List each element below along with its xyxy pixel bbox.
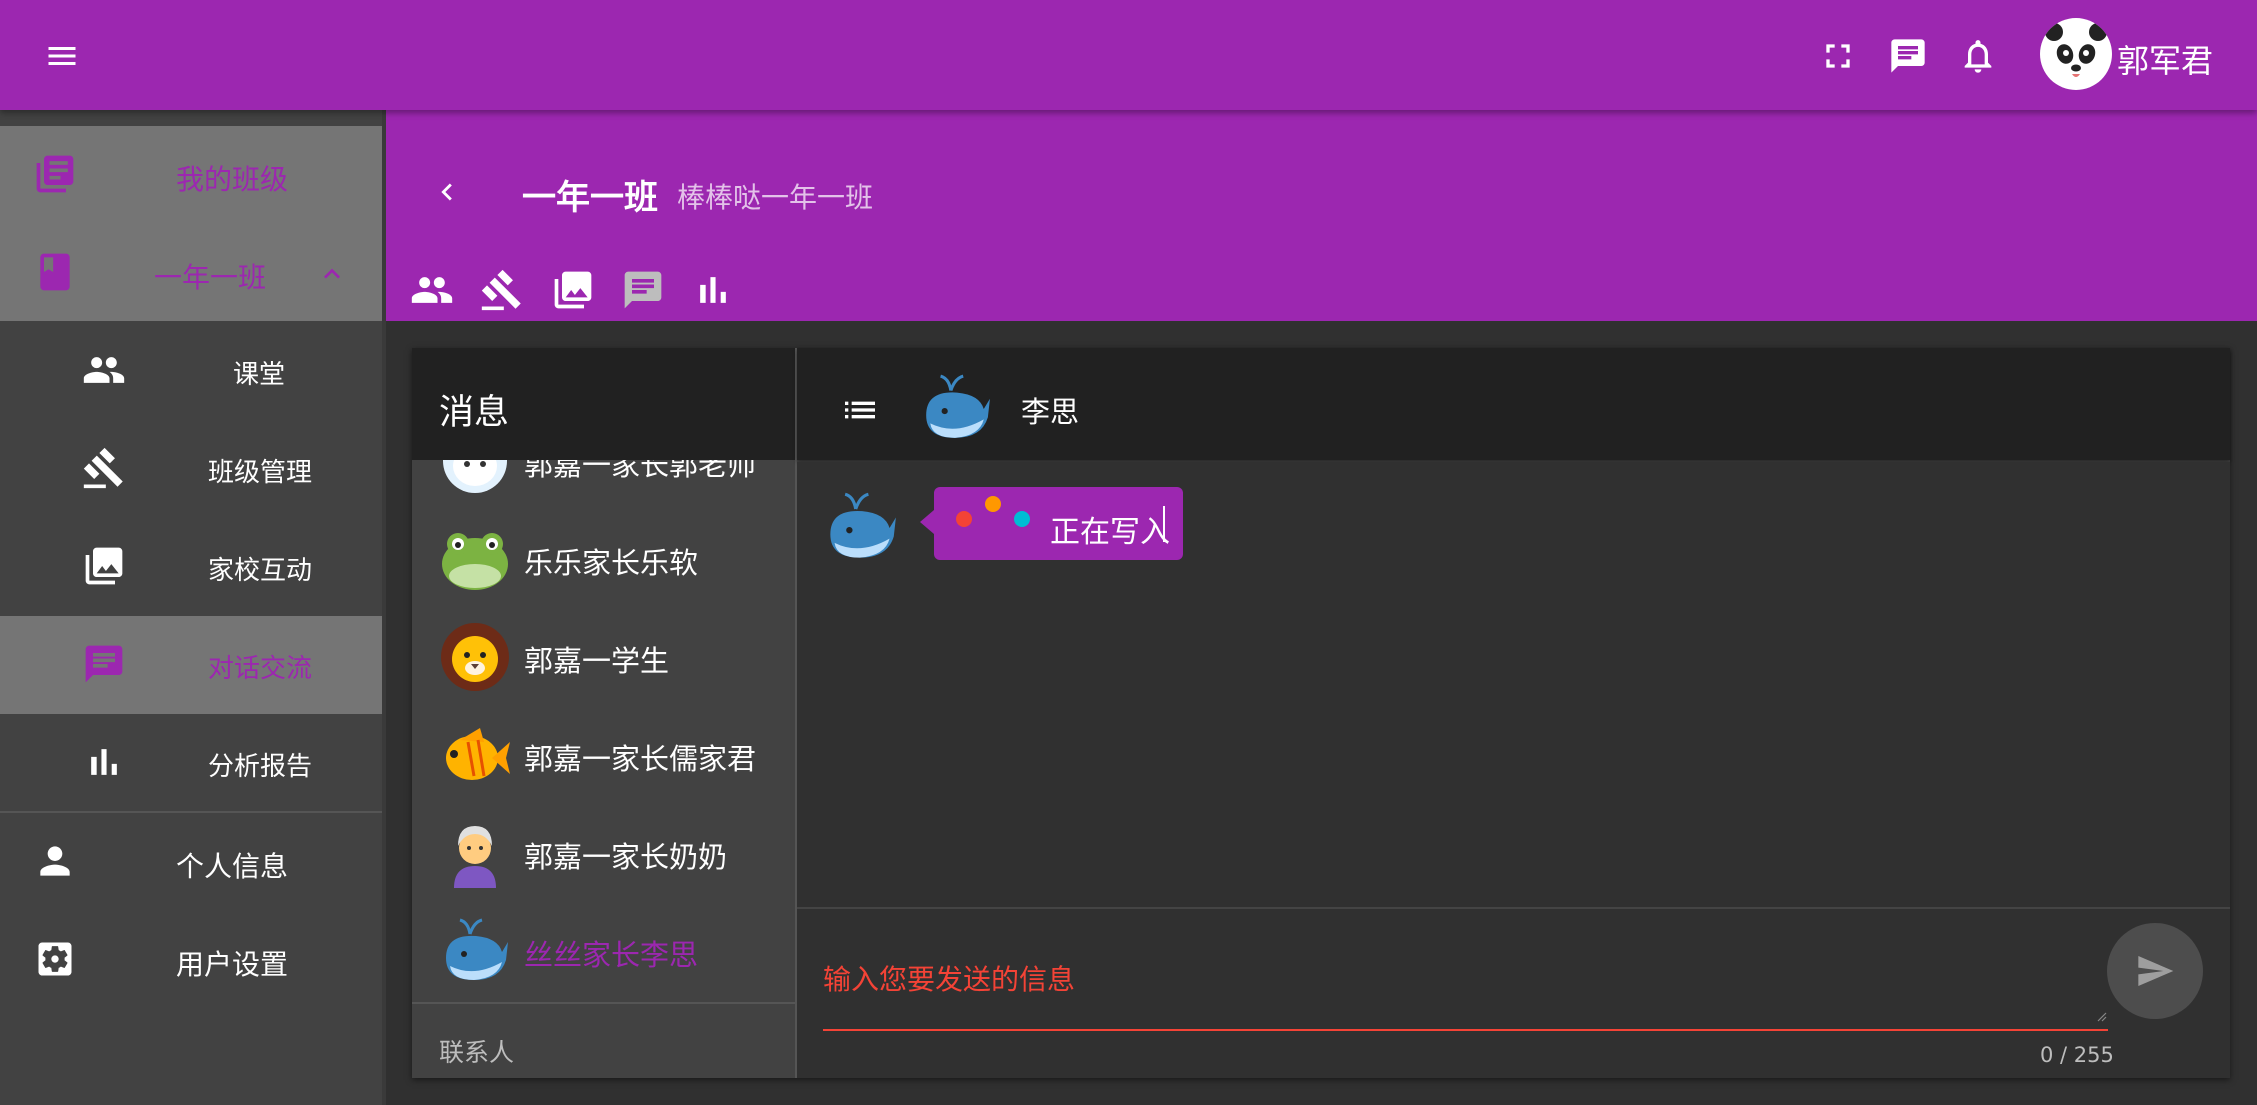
list-item[interactable]: 郭嘉一家长奶奶: [412, 804, 795, 902]
contact-name: 丝丝家长李思: [524, 938, 699, 972]
sidebar-item-conversation[interactable]: 对话交流: [0, 616, 382, 714]
contact-name: 乐乐家长乐软: [524, 546, 699, 580]
tab-photo-icon[interactable]: [551, 268, 595, 312]
settings-icon: [38, 942, 72, 976]
sidebar-item-label: 课堂: [233, 360, 286, 390]
tab-chart-icon[interactable]: [691, 268, 735, 312]
sidebar-item-class-management[interactable]: 班级管理: [0, 420, 382, 518]
fish-avatar-icon: [446, 728, 510, 780]
gavel-icon: [83, 447, 123, 489]
contact-list-divider: [412, 1002, 795, 1004]
unicorn-avatar-icon: [443, 460, 507, 493]
sidebar-group-class[interactable]: 一年一班: [0, 224, 382, 321]
message-icon: [85, 645, 123, 683]
user-avatar[interactable]: [2040, 18, 2112, 90]
text-caret: [1163, 506, 1165, 542]
chat-icon[interactable]: [1888, 36, 1928, 76]
typing-dot-orange: [985, 496, 1001, 512]
typing-dot-cyan: [1014, 511, 1030, 527]
list-icon[interactable]: [840, 390, 880, 430]
class-header: [386, 110, 2257, 321]
contact-name: 郭嘉一家长奶奶: [524, 840, 728, 874]
sidebar-item-label: 个人信息: [176, 850, 289, 883]
contacts-tab-label[interactable]: 联系人: [439, 1033, 514, 1069]
char-counter: 0 / 255: [2040, 1043, 2114, 1067]
chevron-up-icon[interactable]: [316, 258, 348, 290]
class-title: 一年一班: [522, 178, 658, 218]
send-icon: [2138, 956, 2174, 986]
contact-name: 郭嘉一学生: [524, 644, 670, 678]
typing-dot-red: [956, 511, 972, 527]
chat-contact-name: 李思: [1021, 395, 1080, 429]
bar-chart-icon: [91, 749, 117, 775]
sidebar-item-settings[interactable]: 用户设置: [0, 911, 382, 1009]
typing-text: 正在写入: [1050, 515, 1170, 550]
sidebar-item-profile[interactable]: 个人信息: [0, 813, 382, 911]
contact-name: 郭嘉一家长郭老师: [524, 460, 757, 482]
sidebar-item-label: 分析报告: [208, 752, 313, 782]
sidebar-item-label: 对话交流: [208, 654, 313, 684]
sidebar-item-label: 家校互动: [208, 556, 313, 586]
send-button[interactable]: [2107, 923, 2203, 1019]
tab-classroom-icon[interactable]: [410, 268, 454, 312]
whale-avatar-icon: [446, 918, 508, 980]
fullscreen-icon[interactable]: [1818, 36, 1858, 76]
tab-management-icon[interactable]: [480, 268, 524, 312]
top-app-bar: 郭军君: [0, 0, 2257, 110]
contact-name: 郭嘉一家长儒家君: [524, 742, 757, 776]
user-name[interactable]: 郭军君: [2117, 36, 2213, 82]
sidebar-item-label: 班级管理: [208, 458, 313, 488]
people-icon: [83, 357, 125, 383]
list-item[interactable]: 郭嘉一家长郭老师: [412, 460, 795, 510]
sidebar-item-label: 用户设置: [176, 948, 289, 981]
sidebar-item-label: 一年一班: [154, 261, 267, 294]
chat-header: [797, 348, 2230, 460]
whale-avatar-icon: [926, 374, 990, 438]
menu-icon[interactable]: [40, 38, 84, 74]
list-item-active[interactable]: 丝丝家长李思: [412, 902, 795, 1000]
list-item[interactable]: 郭嘉一学生: [412, 608, 795, 706]
sidebar-item-analysis[interactable]: 分析报告: [0, 714, 382, 812]
lion-avatar-icon: [441, 623, 509, 691]
sidebar-item-my-classes[interactable]: 我的班级: [0, 126, 382, 224]
photo-library-icon: [85, 547, 123, 585]
bell-icon[interactable]: [1958, 36, 1998, 76]
frog-avatar-icon: [442, 533, 508, 590]
list-item[interactable]: 郭嘉一家长儒家君: [412, 706, 795, 804]
input-underline: [823, 1029, 2108, 1031]
list-item[interactable]: 乐乐家长乐软: [412, 510, 795, 608]
sidebar-item-home-school[interactable]: 家校互动: [0, 518, 382, 616]
sidebar-item-label: 我的班级: [176, 163, 289, 196]
message-input[interactable]: 输入您要发送的信息: [823, 958, 1075, 998]
whale-avatar-icon: [830, 492, 896, 558]
messages-title: 消息: [439, 393, 510, 433]
grandma-avatar-icon: [454, 826, 496, 888]
contact-list: 郭嘉一家长郭老师 乐乐家长乐软 郭嘉一学生 郭嘉一家长儒家君 郭嘉一家长奶奶 丝…: [412, 460, 795, 1004]
person-icon: [40, 846, 70, 876]
resize-grip-icon[interactable]: [2095, 1010, 2107, 1022]
tab-message-icon[interactable]: [621, 268, 665, 312]
bubble-tail: [920, 510, 934, 534]
panda-avatar-icon: [2045, 23, 2107, 86]
class-subtitle: 棒棒哒一年一班: [677, 181, 874, 214]
sidebar-item-classroom[interactable]: 课堂: [0, 322, 382, 420]
book-icon: [40, 253, 70, 291]
back-arrow-icon[interactable]: [430, 172, 464, 212]
library-books-icon: [36, 155, 74, 193]
